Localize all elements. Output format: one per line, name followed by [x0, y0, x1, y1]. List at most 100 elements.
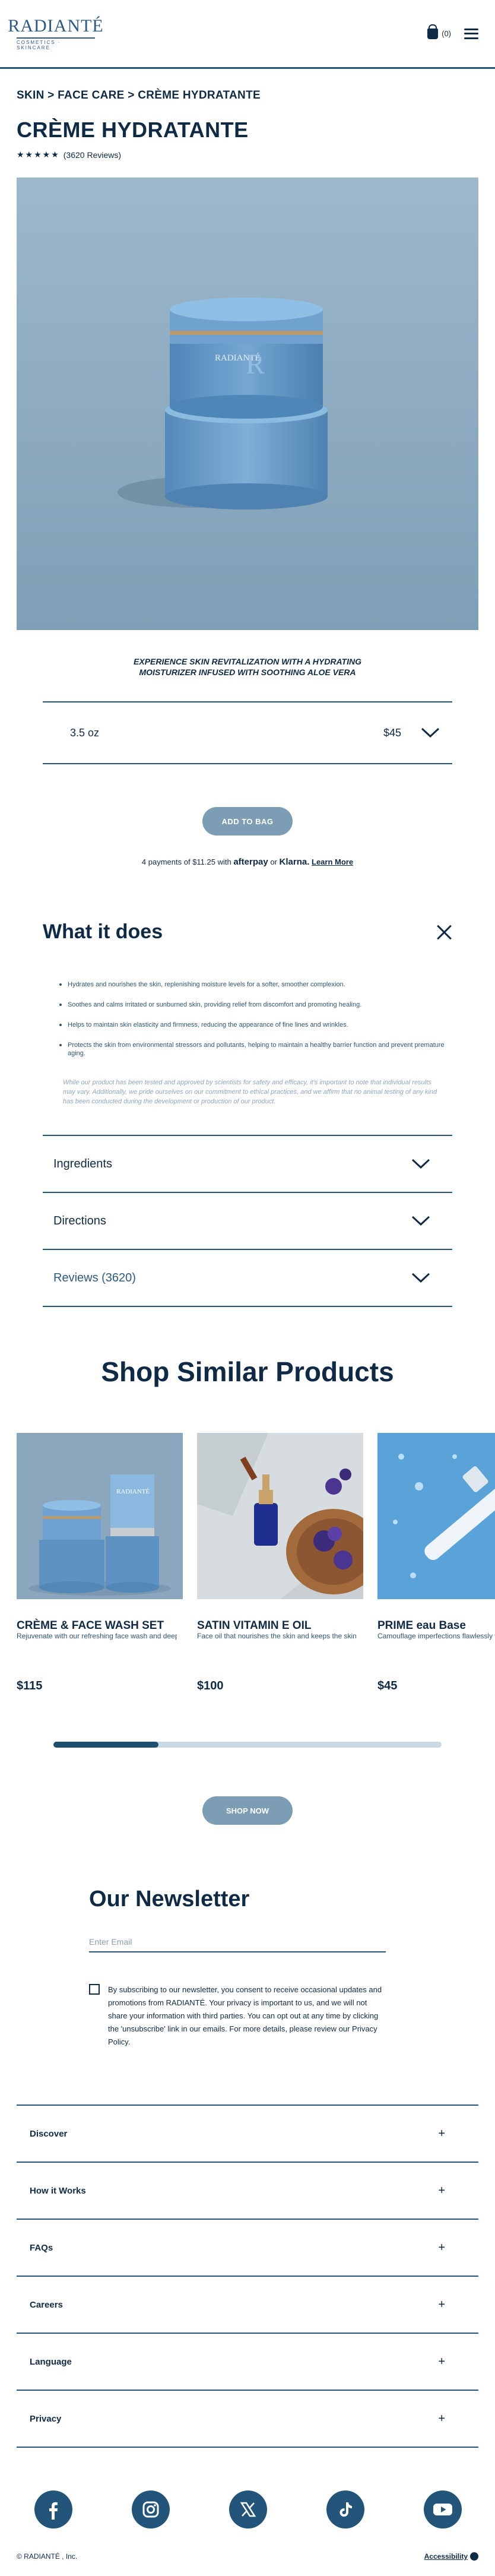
- footer-item-language[interactable]: Language +: [17, 2334, 478, 2391]
- size-value: 3.5 oz: [70, 726, 100, 739]
- chevron-down-icon: [412, 1216, 430, 1226]
- tiktok-icon: [339, 2502, 352, 2517]
- list-item: Hydrates and nourishes the skin, repleni…: [59, 980, 452, 989]
- product-card-image[interactable]: RADIANTÉ: [17, 1433, 183, 1599]
- youtube-icon: [433, 2504, 452, 2515]
- plus-icon: +: [438, 2240, 445, 2254]
- cart-button[interactable]: (0): [427, 24, 451, 39]
- plus-icon: +: [438, 2412, 445, 2425]
- product-card-name: CRÈME & FACE WASH SET: [17, 1619, 164, 1632]
- product-card-image[interactable]: [377, 1433, 495, 1599]
- youtube-link[interactable]: [424, 2490, 462, 2528]
- breadcrumb[interactable]: SKIN > FACE CARE > CRÈME HYDRATANTE: [17, 89, 478, 102]
- oil-illustration: [197, 1433, 363, 1599]
- footer-item-careers[interactable]: Careers +: [17, 2277, 478, 2334]
- tube-label-text: RADIANTÉ: [116, 1488, 150, 1495]
- menu-bar: [464, 28, 478, 30]
- benefit-list: Hydrates and nourishes the skin, repleni…: [59, 980, 452, 1058]
- add-to-bag-button[interactable]: ADD TO BAG: [202, 807, 293, 836]
- email-input[interactable]: [89, 1932, 386, 1952]
- menu-bar: [464, 37, 478, 39]
- accordion-reviews[interactable]: Reviews (3620): [43, 1250, 452, 1307]
- accessibility-link[interactable]: Accessibility: [424, 2552, 478, 2561]
- footer-links: Discover + How it Works + FAQs + Careers…: [17, 2105, 478, 2448]
- logo-tagline: COSMETICS · SKINCARE: [17, 40, 61, 50]
- installment-or: or: [270, 857, 277, 866]
- chevron-down-icon: [412, 1159, 430, 1169]
- installment-text: 4 payments of $11.25 with: [141, 857, 231, 866]
- jar-illustration: RADIANTÉ R: [17, 178, 478, 630]
- list-item: Helps to maintain skin elasticity and fi…: [59, 1021, 452, 1029]
- footer-item-privacy[interactable]: Privacy +: [17, 2391, 478, 2448]
- logo-name: RADIANTÉ: [8, 16, 104, 36]
- learn-more-link[interactable]: Learn More: [312, 857, 353, 866]
- consent-checkbox[interactable]: [89, 1984, 100, 1995]
- footer-bottom: © RADIANTÉ , Inc. Accessibility: [17, 2552, 478, 2561]
- product-hero-image: RADIANTÉ R: [17, 178, 478, 630]
- logo-rule: [17, 37, 95, 39]
- consent-text: By subscribing to our newsletter, you co…: [108, 1985, 382, 2046]
- footer-item-label: Discover: [30, 2128, 68, 2139]
- rating-stars: ★★★★★: [17, 150, 60, 159]
- site-header: RADIANTÉ COSMETICS · SKINCARE (0): [0, 0, 495, 69]
- x-icon: [240, 2502, 256, 2517]
- product-description: EXPERIENCE SKIN REVITALIZATION WITH A HY…: [134, 657, 361, 677]
- facebook-link[interactable]: [34, 2490, 72, 2528]
- footer-item-faqs[interactable]: FAQs +: [17, 2220, 478, 2277]
- product-card-desc: Camouflage imperfections flawlessly with…: [377, 1632, 495, 1640]
- product-card-price: $100: [197, 1679, 224, 1692]
- similar-products-carousel[interactable]: RADIANTÉ CRÈME & FACE WASH SET Rejuvenat…: [17, 1433, 495, 1693]
- list-item: Soothes and calms irritated or sunburned…: [59, 1001, 452, 1009]
- product-card-price: $115: [17, 1679, 43, 1692]
- product-card[interactable]: RADIANTÉ CRÈME & FACE WASH SET Rejuvenat…: [17, 1433, 183, 1693]
- tiktok-link[interactable]: [326, 2490, 364, 2528]
- cart-count: (0): [442, 29, 451, 38]
- product-card-desc: Face oil that nourishes the skin and kee…: [197, 1632, 357, 1640]
- x-link[interactable]: [229, 2490, 267, 2528]
- page-title: CRÈME HYDRATANTE: [17, 118, 249, 142]
- product-card[interactable]: PRIME eau Base Camouflage imperfections …: [377, 1433, 495, 1693]
- product-card-name: PRIME eau Base: [377, 1619, 466, 1632]
- close-icon[interactable]: [436, 924, 452, 941]
- facebook-icon: [49, 2502, 58, 2520]
- shopping-bag-icon: [427, 24, 439, 39]
- hamburger-menu-icon[interactable]: [464, 28, 478, 39]
- size-selector[interactable]: 3.5 oz $45: [43, 701, 452, 764]
- plus-icon: +: [438, 2297, 445, 2311]
- product-card-price: $45: [377, 1679, 398, 1692]
- social-links: [0, 2490, 495, 2528]
- footer-item-label: How it Works: [30, 2185, 86, 2196]
- chevron-down-icon[interactable]: [421, 728, 439, 738]
- product-card-desc: Rejuvenate with our refreshing face wash…: [17, 1632, 177, 1640]
- accordion-label: Directions: [53, 1214, 106, 1227]
- product-page: RADIANTÉ COSMETICS · SKINCARE (0) SKIN >…: [0, 0, 495, 2576]
- plus-icon: +: [438, 2183, 445, 2197]
- shop-now-button[interactable]: SHOP NOW: [202, 1796, 293, 1825]
- product-card[interactable]: SATIN VITAMIN E OIL Face oil that nouris…: [197, 1433, 363, 1693]
- accordion-ingredients[interactable]: Ingredients: [43, 1136, 452, 1193]
- primer-illustration: [377, 1433, 495, 1599]
- accessibility-label: Accessibility: [424, 2552, 468, 2561]
- product-accordion: Ingredients Directions Reviews (3620): [43, 1135, 452, 1307]
- set-illustration: RADIANTÉ: [17, 1433, 183, 1599]
- plus-icon: +: [438, 2126, 445, 2140]
- footer-item-label: Careers: [30, 2299, 63, 2310]
- product-rating[interactable]: ★★★★★ (3620 Reviews): [17, 150, 478, 160]
- jar-monogram: R: [246, 349, 265, 380]
- product-card-image[interactable]: [197, 1433, 363, 1599]
- afterpay-logo: afterpay: [233, 857, 268, 867]
- accessibility-icon: [470, 2552, 478, 2561]
- testing-disclaimer: While our product has been tested and ap…: [63, 1079, 437, 1105]
- accordion-directions[interactable]: Directions: [43, 1193, 452, 1250]
- instagram-link[interactable]: [132, 2490, 170, 2528]
- header-actions: (0): [427, 24, 478, 39]
- brand-logo[interactable]: RADIANTÉ COSMETICS · SKINCARE: [8, 17, 103, 51]
- scrollbar-thumb[interactable]: [53, 1742, 158, 1748]
- footer-item-discover[interactable]: Discover +: [17, 2106, 478, 2163]
- copyright: © RADIANTÉ , Inc.: [17, 2552, 78, 2561]
- footer-item-label: Privacy: [30, 2413, 62, 2424]
- carousel-scrollbar[interactable]: [53, 1742, 442, 1748]
- what-it-does-title: What it does: [43, 920, 163, 943]
- footer-item-label: Language: [30, 2356, 72, 2367]
- footer-item-how-it-works[interactable]: How it Works +: [17, 2163, 478, 2220]
